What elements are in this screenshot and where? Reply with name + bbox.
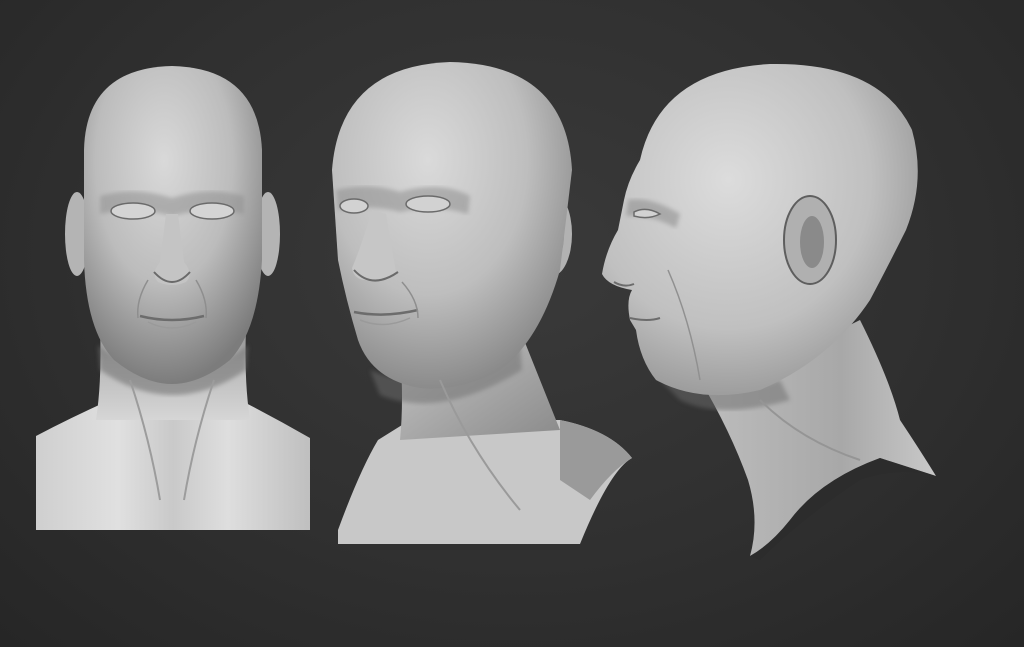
head-front-view: [36, 66, 310, 530]
sculpt-viewport: [0, 0, 1024, 647]
head-three-quarter-view: [332, 62, 632, 544]
head-profile-view: [602, 63, 936, 560]
sculpt-render: [36, 62, 936, 560]
